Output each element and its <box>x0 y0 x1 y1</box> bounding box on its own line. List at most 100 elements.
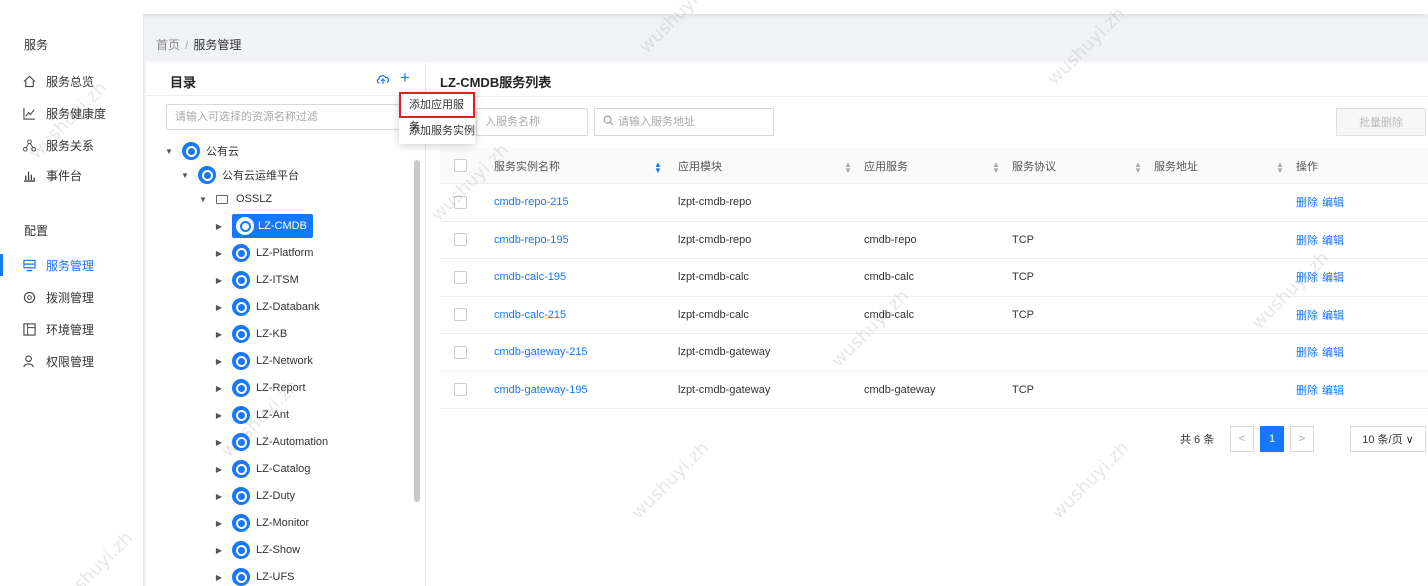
sidebar-item-relation[interactable]: 服务关系 <box>0 130 144 160</box>
column-header-actions: 操作 <box>1296 160 1318 173</box>
sort-icon[interactable]: ▲ ▼ <box>1134 161 1142 175</box>
edit-link[interactable]: 编辑 <box>1322 232 1344 248</box>
column-header-instance-name[interactable]: 服务实例名称 <box>494 148 560 183</box>
edit-link[interactable]: 编辑 <box>1322 344 1344 360</box>
breadcrumb-home[interactable]: 首页 <box>156 38 180 52</box>
pagination-prev-button[interactable]: < <box>1230 426 1254 452</box>
sidebar-item-env[interactable]: 环境管理 <box>0 314 144 344</box>
caret-right-icon[interactable]: ▶ <box>214 303 224 312</box>
tree-node[interactable]: ▶ LZ-Network <box>214 348 313 374</box>
tree-node[interactable]: ▼ OSSLZ <box>198 186 272 212</box>
caret-right-icon[interactable]: ▶ <box>214 276 224 285</box>
caret-right-icon[interactable]: ▶ <box>214 573 224 582</box>
service-node-icon <box>232 271 250 289</box>
instance-name-link[interactable]: cmdb-repo-195 <box>494 222 569 259</box>
batch-delete-button[interactable]: 批量删除 <box>1336 108 1426 136</box>
app-service-cell: cmdb-calc <box>864 271 915 284</box>
tree-node-selected[interactable]: LZ-CMDB <box>232 214 313 238</box>
caret-down-icon[interactable]: ▼ <box>198 195 208 204</box>
pagination-next-button[interactable]: > <box>1290 426 1314 452</box>
add-node-button[interactable]: + <box>400 68 410 88</box>
sidebar-item-service-mgmt[interactable]: 服务管理 <box>0 250 144 280</box>
cloud-sync-icon[interactable] <box>376 72 390 88</box>
tree-node[interactable]: ▼ 公有云运维平台 <box>180 162 299 188</box>
caret-down-icon[interactable]: ▼ <box>180 171 190 180</box>
row-checkbox[interactable] <box>454 184 467 221</box>
edit-link[interactable]: 编辑 <box>1322 269 1344 285</box>
caret-right-icon[interactable]: ▶ <box>214 546 224 555</box>
delete-link[interactable]: 删除 <box>1296 232 1318 248</box>
caret-right-icon[interactable]: ▶ <box>214 492 224 501</box>
row-checkbox[interactable] <box>454 297 467 334</box>
instance-name-link[interactable]: cmdb-calc-195 <box>494 259 566 296</box>
column-header-protocol[interactable]: 服务协议 <box>1012 148 1056 183</box>
delete-link[interactable]: 删除 <box>1296 269 1318 285</box>
tree-node[interactable]: ▶ LZ-CMDB <box>214 213 313 239</box>
edit-link[interactable]: 编辑 <box>1322 382 1344 398</box>
tree-node[interactable]: ▶ LZ-Platform <box>214 240 313 266</box>
delete-link[interactable]: 删除 <box>1296 194 1318 210</box>
breadcrumb: 首页 / 服务管理 <box>156 36 241 53</box>
caret-right-icon[interactable]: ▶ <box>214 384 224 393</box>
tree-node[interactable]: ▶ LZ-Monitor <box>214 510 309 536</box>
caret-right-icon[interactable]: ▶ <box>214 357 224 366</box>
edit-link[interactable]: 编辑 <box>1322 194 1344 210</box>
caret-right-icon[interactable]: ▶ <box>214 465 224 474</box>
caret-right-icon[interactable]: ▶ <box>214 519 224 528</box>
column-header-app-service[interactable]: 应用服务 <box>864 148 908 183</box>
sort-icon[interactable]: ▲ ▼ <box>844 161 852 175</box>
pagination-page-1[interactable]: 1 <box>1260 426 1284 452</box>
service-name-search-input[interactable] <box>476 108 588 136</box>
instance-name-link[interactable]: cmdb-repo-215 <box>494 184 569 221</box>
caret-right-icon[interactable]: ▶ <box>214 411 224 420</box>
delete-link[interactable]: 删除 <box>1296 307 1318 323</box>
caret-right-icon[interactable]: ▶ <box>214 438 224 447</box>
caret-right-icon[interactable]: ▶ <box>214 330 224 339</box>
edit-link[interactable]: 编辑 <box>1322 307 1344 323</box>
sidebar-item-permission[interactable]: 权限管理 <box>0 346 144 376</box>
caret-down-icon[interactable]: ▼ <box>164 147 174 156</box>
instance-name-link[interactable]: cmdb-gateway-215 <box>494 334 588 371</box>
service-address-search-input[interactable] <box>618 116 768 128</box>
tree-node[interactable]: ▶ LZ-Automation <box>214 429 328 455</box>
tree-node[interactable]: ▶ LZ-KB <box>214 321 287 347</box>
row-checkbox[interactable] <box>454 334 467 371</box>
instance-name-link[interactable]: cmdb-gateway-195 <box>494 372 588 409</box>
sidebar-item-events[interactable]: 事件台 <box>0 160 144 190</box>
select-all-checkbox[interactable] <box>454 148 467 183</box>
sort-icon[interactable]: ▲ ▼ <box>1276 161 1284 175</box>
sidebar-item-overview[interactable]: 服务总览 <box>0 66 144 96</box>
pagination-total: 共 6 条 <box>1180 434 1215 446</box>
sidebar-item-probe[interactable]: 拨测管理 <box>0 282 144 312</box>
tree-node[interactable]: ▶ LZ-UFS <box>214 564 295 586</box>
delete-link[interactable]: 删除 <box>1296 382 1318 398</box>
column-header-address[interactable]: 服务地址 <box>1154 148 1198 183</box>
tree-scrollbar[interactable] <box>414 160 420 502</box>
tree-node[interactable]: ▼ 公有云 <box>164 138 239 164</box>
page-size-select[interactable]: 10 条/页 ∨ <box>1350 426 1426 452</box>
caret-right-icon[interactable]: ▶ <box>214 222 224 231</box>
instance-name-link[interactable]: cmdb-calc-215 <box>494 297 566 334</box>
delete-link[interactable]: 删除 <box>1296 344 1318 360</box>
sort-icon[interactable]: ▲ ▼ <box>654 161 662 175</box>
tree-node[interactable]: ▶ LZ-ITSM <box>214 267 299 293</box>
menu-item-add-app-service[interactable]: 添加应用服务 <box>399 92 475 133</box>
tree-filter-input[interactable] <box>166 104 414 130</box>
tree-node[interactable]: ▶ LZ-Ant <box>214 402 289 428</box>
column-header-module[interactable]: 应用模块 <box>678 148 722 183</box>
tree-node[interactable]: ▶ LZ-Duty <box>214 483 295 509</box>
tree-node[interactable]: ▶ LZ-Report <box>214 375 306 401</box>
sidebar-item-health[interactable]: 服务健康度 <box>0 98 144 128</box>
row-checkbox[interactable] <box>454 372 467 409</box>
tree-node[interactable]: ▶ LZ-Catalog <box>214 456 310 482</box>
menu-item-add-service-instance[interactable]: 添加服务实例 <box>399 118 475 144</box>
row-checkbox[interactable] <box>454 259 467 296</box>
service-address-search[interactable] <box>594 108 774 136</box>
caret-right-icon[interactable]: ▶ <box>214 249 224 258</box>
tree-node-label: LZ-UFS <box>256 571 295 583</box>
table-row: cmdb-repo-195 lzpt-cmdb-repo cmdb-repo TCP 删… <box>440 222 1428 259</box>
tree-node[interactable]: ▶ LZ-Databank <box>214 294 320 320</box>
row-checkbox[interactable] <box>454 222 467 259</box>
tree-node[interactable]: ▶ LZ-Show <box>214 537 300 563</box>
sort-icon[interactable]: ▲ ▼ <box>992 161 1000 175</box>
